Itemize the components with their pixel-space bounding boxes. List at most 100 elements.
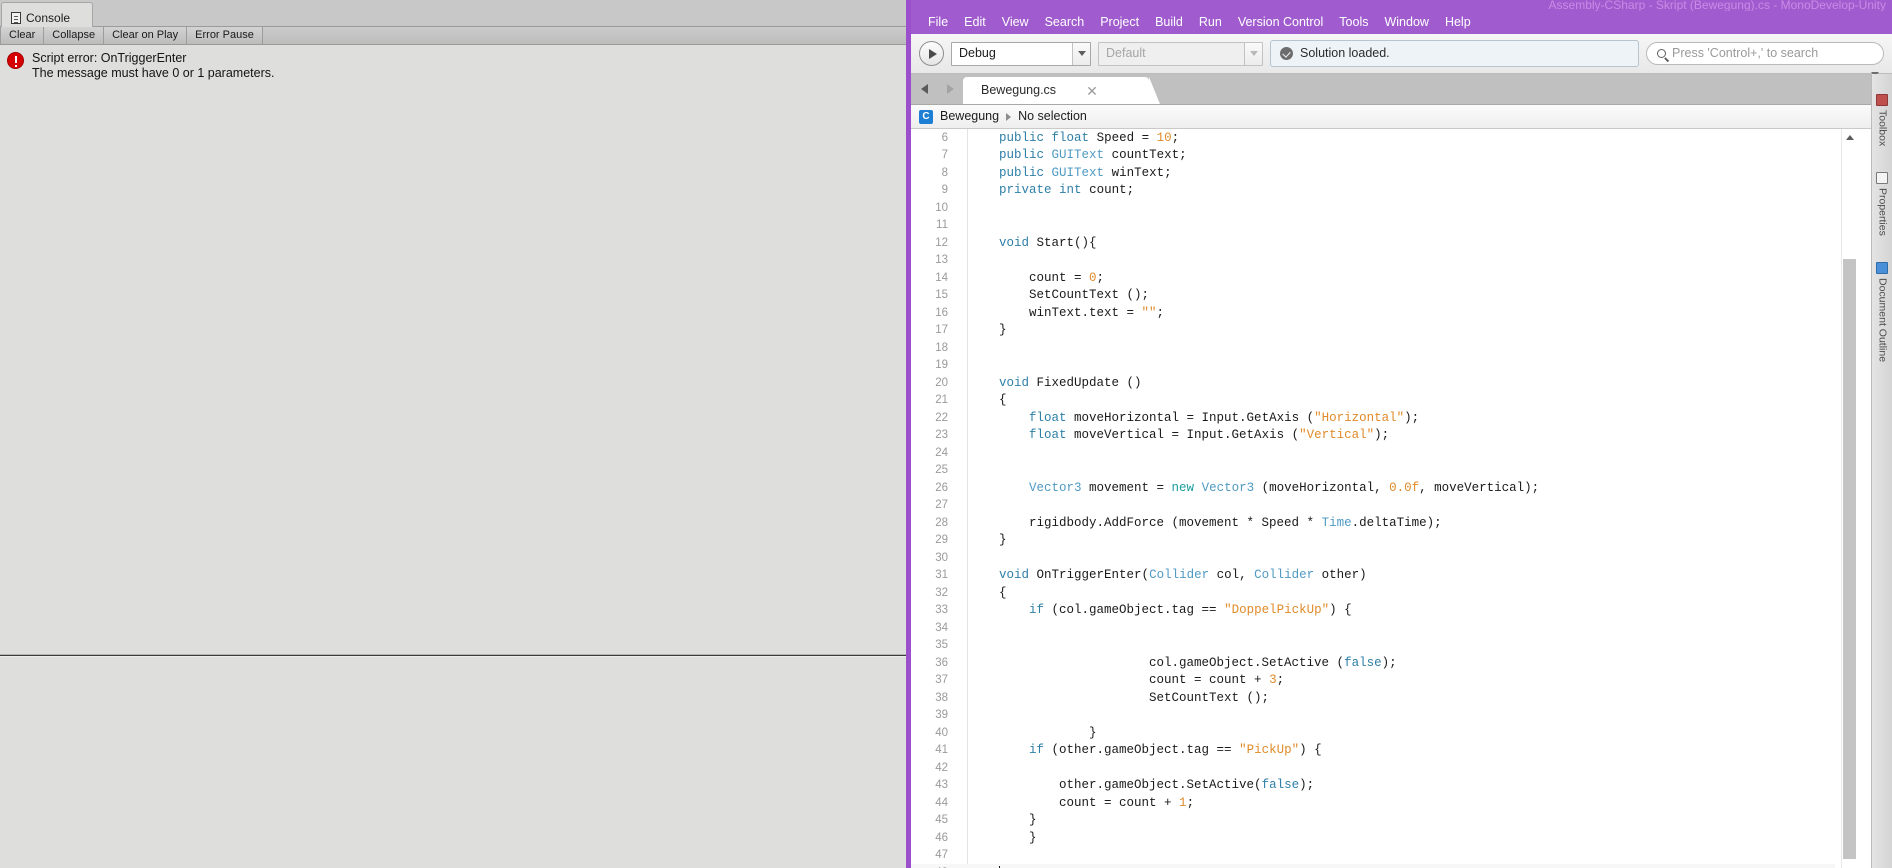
clear-button[interactable]: Clear	[0, 27, 45, 44]
menu-search[interactable]: Search	[1037, 16, 1093, 29]
code-line[interactable]: 32 {	[911, 584, 1835, 602]
code-line[interactable]: 21 {	[911, 392, 1835, 410]
scrollbar-thumb[interactable]	[1843, 259, 1856, 859]
code-line[interactable]: 15 SetCountText ();	[911, 287, 1835, 305]
line-number: 47	[935, 849, 948, 862]
code-line[interactable]: 42	[911, 759, 1835, 777]
code-line[interactable]: 9 private int count;	[911, 182, 1835, 200]
code-line[interactable]: 25	[911, 462, 1835, 480]
runtime-dropdown[interactable]: Default	[1098, 41, 1263, 66]
code-line[interactable]: 31 void OnTriggerEnter(Collider col, Col…	[911, 567, 1835, 585]
line-number: 9	[941, 184, 948, 197]
code-line[interactable]: 40 }	[911, 724, 1835, 742]
global-search-input[interactable]: Press 'Control+,' to search	[1646, 42, 1884, 65]
code-line[interactable]: 19	[911, 357, 1835, 375]
monodevelop-window: Assembly-CSharp - Skript (Bewegung).cs -…	[906, 0, 1892, 868]
code-line[interactable]: 30	[911, 549, 1835, 567]
menu-tools[interactable]: Tools	[1331, 16, 1376, 29]
error-pause-button[interactable]: Error Pause	[187, 27, 263, 44]
code-line[interactable]: 45 }	[911, 812, 1835, 830]
list-item[interactable]: Script error: OnTriggerEnter The message…	[0, 46, 906, 80]
menu-project[interactable]: Project	[1092, 16, 1147, 29]
code-line[interactable]: 38 SetCountText ();	[911, 689, 1835, 707]
code-line[interactable]: 8 public GUIText winText;	[911, 164, 1835, 182]
code-line[interactable]: 33 if (col.gameObject.tag == "DoppelPick…	[911, 602, 1835, 620]
breadcrumb-member[interactable]: No selection	[1018, 110, 1087, 123]
menu-version-control[interactable]: Version Control	[1230, 16, 1331, 29]
nav-forward-button[interactable]	[937, 73, 963, 104]
code-line-text: count = 0;	[969, 270, 1105, 285]
code-editor[interactable]: 6 public float Speed = 10; 7 public GUITe…	[911, 129, 1892, 868]
code-line[interactable]: 41 if (other.gameObject.tag == "PickUp")…	[911, 742, 1835, 760]
code-line[interactable]: 37 count = count + 3;	[911, 672, 1835, 690]
code-line-text: count = count + 1;	[969, 795, 1195, 810]
pad-toolbox[interactable]: Toolbox	[1872, 94, 1892, 146]
line-number: 30	[935, 551, 948, 564]
configuration-dropdown[interactable]: Debug	[951, 41, 1091, 66]
menu-view[interactable]: View	[994, 16, 1037, 29]
pad-document-outline[interactable]: Document Outline	[1872, 262, 1892, 362]
clear-on-play-button[interactable]: Clear on Play	[104, 27, 188, 44]
code-line-text: float moveVertical = Input.GetAxis ("Ver…	[1029, 428, 1390, 443]
nav-back-button[interactable]	[911, 73, 937, 104]
code-line[interactable]: 17 }	[911, 322, 1835, 340]
code-line[interactable]: 13	[911, 252, 1835, 270]
code-line[interactable]: 48	[911, 864, 1835, 868]
code-line[interactable]: 47	[911, 847, 1835, 865]
code-line[interactable]: 28 rigidbody.AddForce (movement * Speed …	[911, 514, 1835, 532]
menu-window[interactable]: Window	[1376, 16, 1436, 29]
menu-file[interactable]: File	[920, 16, 956, 29]
menu-run[interactable]: Run	[1191, 16, 1230, 29]
tab-bewegung-cs[interactable]: Bewegung.cs ✕	[963, 77, 1160, 104]
code-line[interactable]: 35	[911, 637, 1835, 655]
menu-build[interactable]: Build	[1147, 16, 1191, 29]
status-bar[interactable]: Solution loaded.	[1270, 40, 1639, 67]
window-titlebar[interactable]: Assembly-CSharp - Skript (Bewegung).cs -…	[911, 0, 1892, 11]
code-line[interactable]: 10	[911, 199, 1835, 217]
console-toolbar-spacer	[262, 27, 906, 44]
code-line[interactable]: 22 float moveHorizontal = Input.GetAxis …	[911, 409, 1835, 427]
breadcrumb-class[interactable]: Bewegung	[940, 110, 999, 123]
code-line[interactable]: 29 }	[911, 532, 1835, 550]
pad-properties[interactable]: Properties	[1872, 172, 1892, 236]
run-button[interactable]	[919, 41, 944, 66]
line-number: 36	[935, 656, 948, 669]
code-line[interactable]: 27	[911, 497, 1835, 515]
console-log-list[interactable]: Script error: OnTriggerEnter The message…	[0, 46, 906, 654]
code-line-text: }	[969, 813, 1037, 828]
code-line[interactable]: 46 }	[911, 829, 1835, 847]
code-line[interactable]: 24	[911, 444, 1835, 462]
menubar: File Edit View Search Project Build Run …	[911, 11, 1892, 34]
code-line[interactable]: 20 void FixedUpdate ()	[911, 374, 1835, 392]
chevron-down-icon	[1244, 42, 1262, 65]
code-line[interactable]: 18	[911, 339, 1835, 357]
line-number: 39	[935, 709, 948, 722]
properties-icon	[1876, 172, 1888, 185]
code-line[interactable]: 39	[911, 707, 1835, 725]
menu-edit[interactable]: Edit	[956, 16, 994, 29]
line-number: 17	[935, 324, 948, 337]
console-splitter[interactable]	[0, 654, 906, 657]
code-line[interactable]: 26 Vector3 movement = new Vector3 (moveH…	[911, 479, 1835, 497]
code-line[interactable]: 7 public GUIText countText;	[911, 147, 1835, 165]
scroll-up-button[interactable]	[1842, 129, 1857, 146]
editor-vertical-scrollbar[interactable]	[1841, 129, 1856, 868]
line-number: 43	[935, 779, 948, 792]
code-line[interactable]: 16 winText.text = "";	[911, 304, 1835, 322]
collapse-button[interactable]: Collapse	[44, 27, 105, 44]
code-line[interactable]: 44 count = count + 1;	[911, 794, 1835, 812]
code-line-text: void OnTriggerEnter(Collider col, Collid…	[999, 568, 1367, 583]
code-line[interactable]: 12 void Start(){	[911, 234, 1835, 252]
code-line[interactable]: 34	[911, 619, 1835, 637]
code-line[interactable]: 23 float moveVertical = Input.GetAxis ("…	[911, 427, 1835, 445]
code-line[interactable]: 43 other.gameObject.SetActive(false);	[911, 777, 1835, 795]
code-line[interactable]: 14 count = 0;	[911, 269, 1835, 287]
code-line[interactable]: 11	[911, 217, 1835, 235]
unity-console-window: Console Clear Collapse Clear on Play Err…	[0, 0, 906, 868]
close-icon[interactable]: ✕	[1082, 84, 1102, 98]
code-line[interactable]: 36 col.gameObject.SetActive (false);	[911, 654, 1835, 672]
code-content[interactable]: 6 public float Speed = 10; 7 public GUITe…	[911, 129, 1835, 868]
code-line[interactable]: 6 public float Speed = 10;	[911, 129, 1835, 147]
menu-help[interactable]: Help	[1437, 16, 1479, 29]
tab-console[interactable]: Console	[1, 2, 94, 28]
